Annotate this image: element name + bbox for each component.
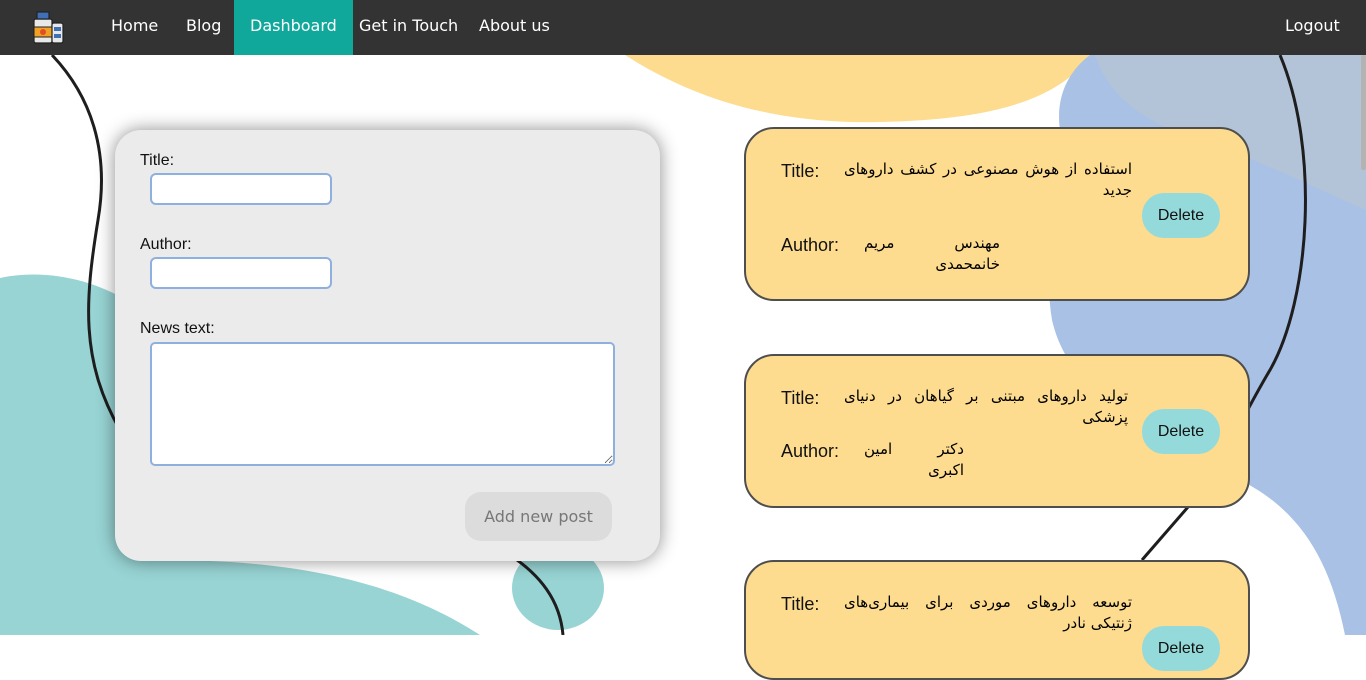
author-input[interactable] bbox=[150, 257, 332, 289]
post-author: مهندس مریم خانمحمدی bbox=[864, 234, 1000, 273]
nav-get-in-touch[interactable]: Get in Touch bbox=[343, 0, 474, 55]
post-title: توسعه داروهای موردی برای بیماری‌های ژنتی… bbox=[844, 593, 1132, 632]
page-scrollbar[interactable] bbox=[1361, 55, 1366, 170]
post-title: استفاده از هوش مصنوعی در کشف داروهای جدی… bbox=[844, 160, 1132, 199]
post-author-label: Author: bbox=[781, 441, 840, 461]
nav-about-us[interactable]: About us bbox=[463, 0, 566, 55]
nav-blog[interactable]: Blog bbox=[170, 0, 237, 55]
delete-button[interactable]: Delete bbox=[1142, 193, 1220, 238]
post-card: Title: استفاده از هوش مصنوعی در کشف دارو… bbox=[744, 127, 1250, 301]
yellow-blob bbox=[625, 55, 1090, 123]
news-text-label: News text: bbox=[140, 320, 215, 337]
pharmacy-bottle-icon[interactable] bbox=[30, 9, 66, 45]
delete-button[interactable]: Delete bbox=[1142, 409, 1220, 454]
post-title-label: Title: bbox=[781, 388, 820, 408]
title-input[interactable] bbox=[150, 173, 332, 205]
post-title: تولید داروهای مبتنی بر گیاهان در دنیای پ… bbox=[844, 387, 1128, 426]
post-title-label: Title: bbox=[781, 161, 820, 181]
navbar: Home Blog Dashboard Get in Touch About u… bbox=[0, 0, 1366, 55]
post-author-label: Author: bbox=[781, 235, 840, 255]
delete-button[interactable]: Delete bbox=[1142, 626, 1220, 671]
post-card: Title: توسعه داروهای موردی برای بیماری‌ه… bbox=[744, 560, 1250, 680]
nav-dashboard[interactable]: Dashboard bbox=[234, 0, 353, 55]
add-new-post-button[interactable]: Add new post bbox=[465, 492, 612, 541]
add-post-form: Title: Author: News text: Add new post bbox=[115, 130, 660, 561]
post-title-label: Title: bbox=[781, 594, 820, 614]
post-author: دکتر امین اکبری bbox=[864, 440, 964, 479]
post-card: Title: تولید داروهای مبتنی بر گیاهان در … bbox=[744, 354, 1250, 508]
logout-link[interactable]: Logout bbox=[1269, 0, 1356, 55]
nav-home[interactable]: Home bbox=[95, 0, 174, 55]
author-label: Author: bbox=[140, 236, 192, 253]
title-label: Title: bbox=[140, 152, 175, 169]
news-text-input[interactable] bbox=[150, 342, 615, 466]
